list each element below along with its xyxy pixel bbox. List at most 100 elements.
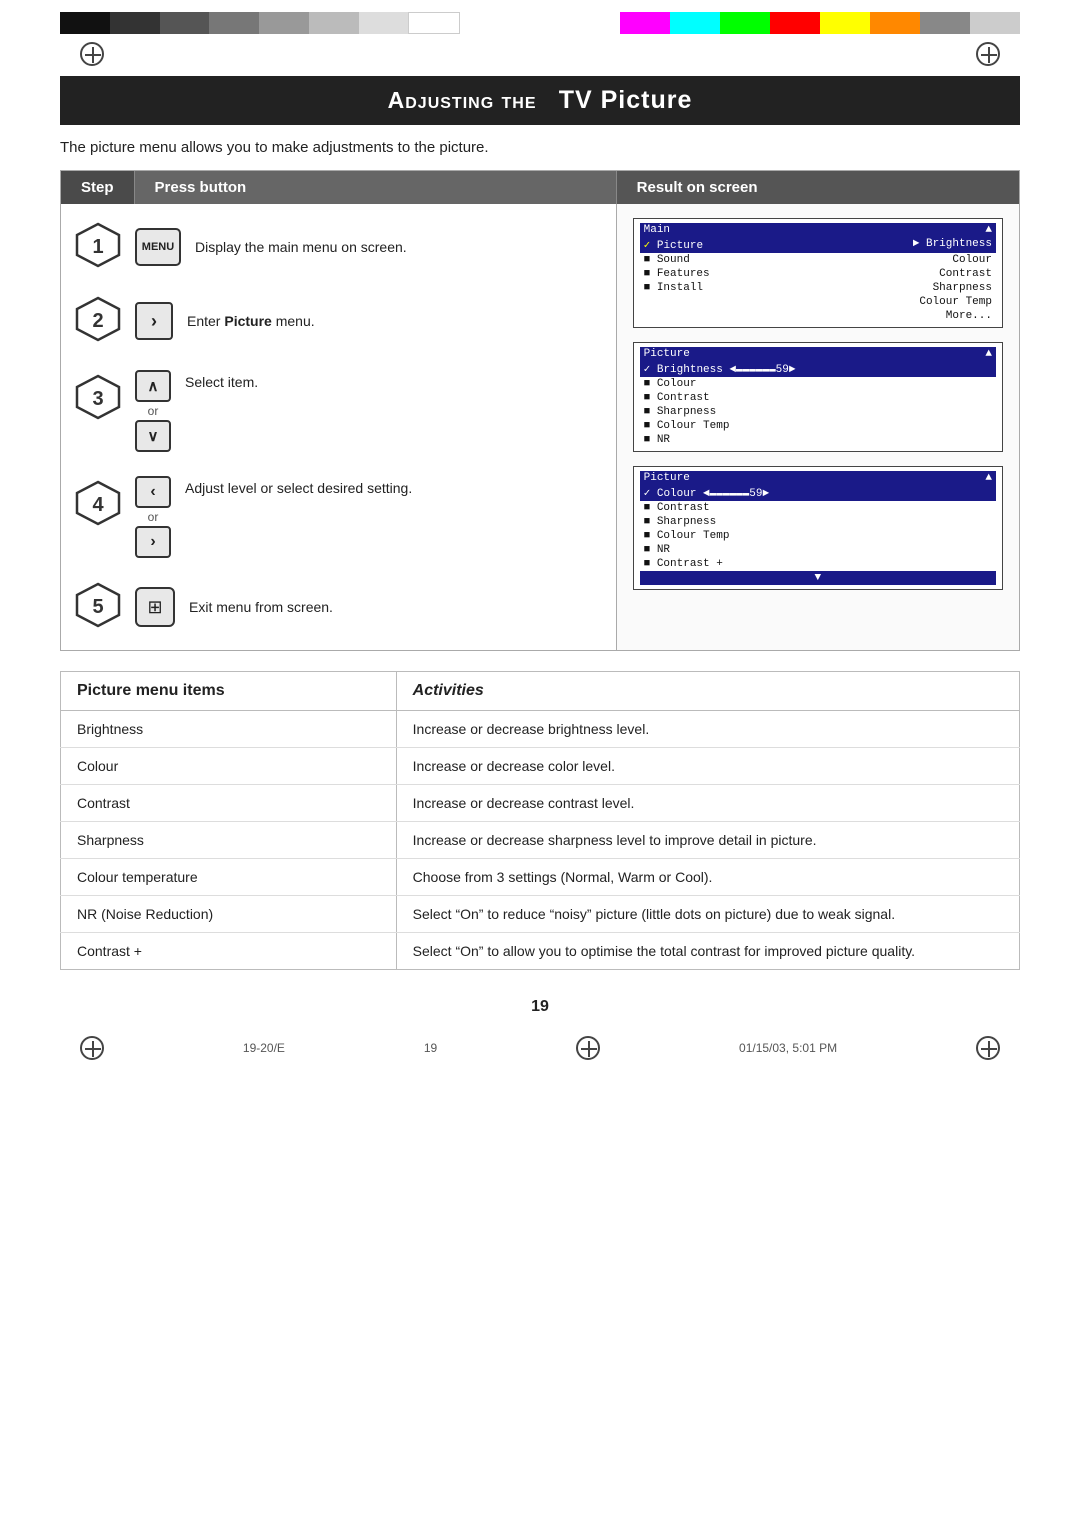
table-item-5: NR (Noise Reduction) (61, 896, 397, 933)
swatch-r7 (920, 12, 970, 34)
reg-mark-bottom-left (80, 1036, 104, 1060)
swatch-r8 (970, 12, 1020, 34)
main-title-bar: Adjusting the TV Picture (60, 76, 1020, 125)
step-1-number: 1 (75, 222, 121, 272)
top-left-swatches (60, 12, 460, 32)
table-activity-6: Select “On” to allow you to optimise the… (396, 933, 1019, 970)
table-item-2: Contrast (61, 785, 397, 822)
step-row-3: 3 ∧ or ∨ Select item. (61, 358, 616, 464)
reg-mark-top-left (80, 42, 104, 66)
step-row-5: 5 ⊞ Exit menu from screen. (61, 570, 616, 644)
table-col1-header: Picture menu items (61, 672, 397, 711)
table-item-3: Sharpness (61, 822, 397, 859)
picture-menu-table: Picture menu items Activities Brightness… (60, 671, 1020, 970)
result-col-header: Result on screen (617, 171, 1019, 204)
svg-text:2: 2 (92, 310, 103, 332)
step-4-right-btn: › (135, 526, 171, 558)
table-activity-3: Increase or decrease sharpness level to … (396, 822, 1019, 859)
step-row-4: 4 ‹ or › Adjust level or select desired … (61, 464, 616, 570)
swatch-l1 (60, 12, 110, 34)
steps-body: 1 MENU Display the main menu on screen. … (61, 204, 1019, 650)
swatch-r6 (870, 12, 920, 34)
swatch-l5 (259, 12, 309, 34)
table-activity-5: Select “On” to reduce “noisy” picture (l… (396, 896, 1019, 933)
swatch-l8 (408, 12, 460, 34)
reg-mark-bottom-center (576, 1036, 600, 1060)
table-activity-2: Increase or decrease contrast level. (396, 785, 1019, 822)
swatch-l2 (110, 12, 160, 34)
step-5-desc: Exit menu from screen. (189, 599, 333, 615)
step-4-desc: Adjust level or select desired setting. (185, 476, 412, 496)
footer-center: 19 (424, 1041, 437, 1055)
title-prefix: Adjusting the (388, 87, 537, 113)
step-1-desc: Display the main menu on screen. (195, 239, 407, 255)
svg-text:1: 1 (92, 236, 103, 258)
table-activity-0: Increase or decrease brightness level. (396, 711, 1019, 748)
table-row: BrightnessIncrease or decrease brightnes… (61, 711, 1020, 748)
intro-text: The picture menu allows you to make adju… (60, 139, 1020, 156)
table-activity-1: Increase or decrease color level. (396, 748, 1019, 785)
or-label-4: or (148, 510, 159, 524)
table-row: ContrastIncrease or decrease contrast le… (61, 785, 1020, 822)
swatch-r5 (820, 12, 870, 34)
table-row: Contrast +Select “On” to allow you to op… (61, 933, 1020, 970)
table-item-4: Colour temperature (61, 859, 397, 896)
steps-section: Step Press button Result on screen 1 MEN… (60, 170, 1020, 651)
swatch-r3 (720, 12, 770, 34)
table-row: Colour temperatureChoose from 3 settings… (61, 859, 1020, 896)
step-2-button: › (135, 302, 173, 340)
step-3-down-btn: ∨ (135, 420, 171, 452)
steps-right-col: Main▲ ✓ Picture► Brightness ■ SoundColou… (617, 204, 1019, 650)
table-row: ColourIncrease or decrease color level. (61, 748, 1020, 785)
step-3-desc: Select item. (185, 370, 258, 390)
swatch-l7 (359, 12, 409, 34)
table-item-6: Contrast + (61, 933, 397, 970)
table-activity-4: Choose from 3 settings (Normal, Warm or … (396, 859, 1019, 896)
or-label-3: or (148, 404, 159, 418)
step-1-button: MENU (135, 228, 181, 266)
steps-left-col: 1 MENU Display the main menu on screen. … (61, 204, 617, 650)
step-2-number: 2 (75, 296, 121, 346)
table-item-1: Colour (61, 748, 397, 785)
screen-3: Picture▲ ✓ Colour ◄▬▬▬▬▬▬59► ■ Contrast … (633, 466, 1003, 590)
title-main: TV Picture (559, 86, 693, 114)
step-3-number: 3 (75, 374, 121, 424)
steps-header: Step Press button Result on screen (61, 171, 1019, 204)
swatch-l6 (309, 12, 359, 34)
screen-2: Picture▲ ✓ Brightness ◄▬▬▬▬▬▬59► ■ Colou… (633, 342, 1003, 452)
swatch-r2 (670, 12, 720, 34)
step-4-number: 4 (75, 480, 121, 530)
top-right-swatches (620, 12, 1020, 32)
reg-mark-top-right (976, 42, 1000, 66)
step-col-header: Step (61, 171, 135, 204)
press-col-header: Press button (135, 171, 617, 204)
swatch-l3 (160, 12, 210, 34)
bottom-reg-section: 19-20/E 19 01/15/03, 5:01 PM (0, 1026, 1080, 1070)
swatch-r4 (770, 12, 820, 34)
step-5-number: 5 (75, 582, 121, 632)
swatch-r1 (620, 12, 670, 34)
step-4-buttons: ‹ or › (135, 476, 171, 558)
step-3-buttons: ∧ or ∨ (135, 370, 171, 452)
svg-text:3: 3 (92, 388, 103, 410)
step-2-desc: Enter Picture menu. (187, 313, 315, 329)
screen-1: Main▲ ✓ Picture► Brightness ■ SoundColou… (633, 218, 1003, 328)
table-row: SharpnessIncrease or decrease sharpness … (61, 822, 1020, 859)
svg-text:4: 4 (92, 494, 104, 516)
step-3-up-btn: ∧ (135, 370, 171, 402)
footer-left: 19-20/E (243, 1041, 285, 1055)
table-row: NR (Noise Reduction)Select “On” to reduc… (61, 896, 1020, 933)
page-number: 19 (0, 998, 1080, 1016)
reg-mark-bottom-right (976, 1036, 1000, 1060)
step-row-1: 1 MENU Display the main menu on screen. (61, 210, 616, 284)
step-5-button: ⊞ (135, 587, 175, 627)
top-color-section (0, 0, 1080, 32)
step-4-left-btn: ‹ (135, 476, 171, 508)
step-row-2: 2 › Enter Picture menu. (61, 284, 616, 358)
footer-right: 01/15/03, 5:01 PM (739, 1041, 837, 1055)
table-col2-header: Activities (396, 672, 1019, 711)
table-item-0: Brightness (61, 711, 397, 748)
top-reg-marks (0, 32, 1080, 76)
page: Adjusting the TV Picture The picture men… (0, 0, 1080, 1070)
swatch-l4 (209, 12, 259, 34)
